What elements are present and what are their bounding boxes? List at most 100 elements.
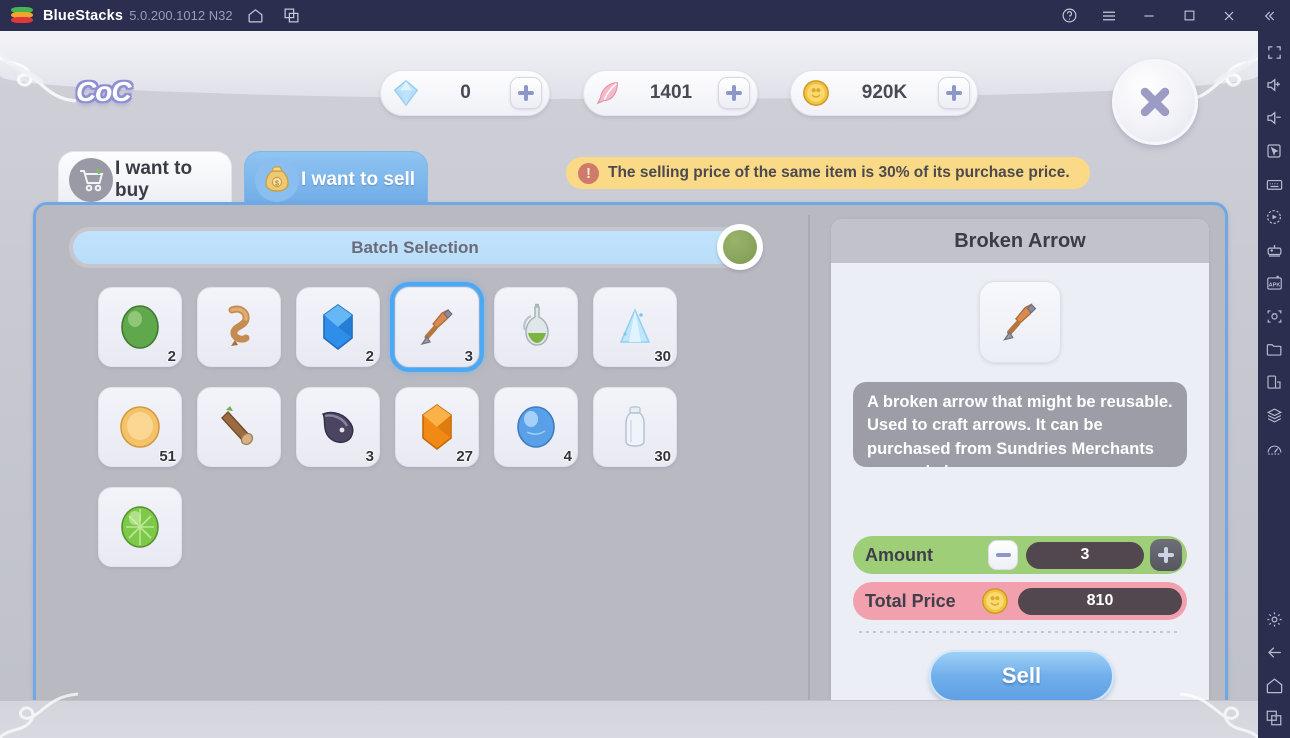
orange-gem-icon bbox=[422, 404, 452, 451]
volume-up-icon[interactable] bbox=[1261, 72, 1287, 98]
sell-button-label: Sell bbox=[1001, 663, 1042, 688]
inventory-slot-potion-flask[interactable] bbox=[494, 287, 578, 367]
tab-i-want-to-buy[interactable]: I want to buy bbox=[58, 151, 232, 207]
menu-icon[interactable] bbox=[1096, 3, 1122, 29]
screenshot-icon[interactable] bbox=[1261, 303, 1287, 329]
keyboard-controls-icon[interactable] bbox=[1261, 171, 1287, 197]
multi-instance-icon[interactable] bbox=[279, 3, 305, 29]
total-price-value: 810 bbox=[1018, 587, 1182, 615]
bluestacks-logo-icon bbox=[11, 6, 33, 25]
shop-panel: Batch Selection 2 2 3 30 51 3 27 4 30 Br… bbox=[33, 202, 1228, 724]
collapse-sidebar-icon[interactable] bbox=[1256, 3, 1282, 29]
total-price-label: Total Price bbox=[865, 590, 956, 611]
detail-item-icon-box bbox=[979, 281, 1061, 363]
settings-gear-icon[interactable] bbox=[1261, 606, 1287, 632]
help-icon[interactable] bbox=[1056, 3, 1082, 29]
batch-selection-label: Batch Selection bbox=[351, 237, 479, 257]
recent-apps-icon[interactable] bbox=[1261, 705, 1287, 731]
detail-separator bbox=[859, 631, 1181, 633]
slot-count: 51 bbox=[159, 448, 176, 465]
inventory-slot-ice-crystal[interactable]: 30 bbox=[593, 287, 677, 367]
notice-text: The selling price of the same item is 30… bbox=[608, 164, 1070, 181]
decrease-amount-button[interactable] bbox=[988, 540, 1018, 570]
slot-count: 2 bbox=[167, 348, 176, 365]
inventory-slot-orange-egg[interactable]: 51 bbox=[98, 387, 182, 467]
add-gold-button[interactable] bbox=[938, 77, 970, 109]
batch-selection-toggle[interactable] bbox=[717, 224, 763, 270]
multi-instance-icon[interactable] bbox=[1261, 369, 1287, 395]
install-apk-icon[interactable]: APK bbox=[1261, 270, 1287, 296]
inventory-slot-empty-bottle[interactable]: 30 bbox=[593, 387, 677, 467]
gold-coin-icon bbox=[982, 588, 1008, 614]
eco-mode-icon[interactable] bbox=[1261, 402, 1287, 428]
resource-gems[interactable]: 0 bbox=[380, 70, 550, 116]
amount-label: Amount bbox=[865, 544, 933, 565]
broken-arrow-icon bbox=[1002, 303, 1037, 341]
gems-value: 0 bbox=[460, 82, 471, 103]
performance-meter-icon[interactable] bbox=[1261, 435, 1287, 461]
inventory-slot-blue-orb[interactable]: 4 bbox=[494, 387, 578, 467]
fullscreen-icon[interactable] bbox=[1261, 39, 1287, 65]
increase-amount-button[interactable] bbox=[1150, 539, 1182, 571]
inventory-slot-orange-gem[interactable]: 27 bbox=[395, 387, 479, 467]
home-icon[interactable] bbox=[1261, 672, 1287, 698]
amount-value[interactable]: 3 bbox=[1026, 541, 1144, 569]
back-arrow-icon[interactable] bbox=[1261, 639, 1287, 665]
maximize-icon[interactable] bbox=[1176, 3, 1202, 29]
slot-count: 27 bbox=[456, 448, 473, 465]
inventory-slot-worm[interactable] bbox=[197, 287, 281, 367]
tab-sell-label: I want to sell bbox=[301, 168, 416, 190]
lime-orb-icon bbox=[121, 506, 159, 548]
amount-row: Amount 3 bbox=[853, 536, 1187, 574]
potion-flask-icon bbox=[523, 303, 549, 346]
game-logo: CoC bbox=[76, 76, 132, 107]
add-gems-button[interactable] bbox=[510, 77, 542, 109]
inventory-slot-green-orb[interactable]: 2 bbox=[98, 287, 182, 367]
bluestacks-sidebar: APK bbox=[1258, 31, 1290, 738]
shopping-cart-icon bbox=[69, 157, 113, 202]
macro-recorder-icon[interactable] bbox=[1261, 204, 1287, 230]
feather-value: 1401 bbox=[649, 82, 693, 103]
close-shop-button[interactable] bbox=[1112, 59, 1198, 145]
empty-bottle-icon bbox=[625, 406, 645, 447]
diamond-icon bbox=[393, 79, 419, 107]
selling-price-notice: ! The selling price of the same item is … bbox=[566, 157, 1090, 189]
window-controls bbox=[1042, 3, 1290, 29]
tab-i-want-to-sell[interactable]: $ I want to sell bbox=[244, 151, 428, 207]
batch-selection-bar[interactable]: Batch Selection bbox=[69, 224, 763, 270]
broken-arrow-icon bbox=[420, 308, 453, 345]
wood-log-icon bbox=[221, 406, 254, 446]
inventory-slot-blue-gem[interactable]: 2 bbox=[296, 287, 380, 367]
feather-icon bbox=[596, 82, 619, 105]
exclamation-icon: ! bbox=[578, 162, 599, 184]
slot-count: 30 bbox=[654, 348, 671, 365]
inventory-slot-lime-orb[interactable] bbox=[98, 487, 182, 567]
orange-egg-icon bbox=[120, 406, 160, 448]
slot-count: 3 bbox=[464, 348, 473, 365]
game-footer-band bbox=[0, 700, 1258, 738]
inventory-slot-broken-arrow[interactable]: 3 bbox=[390, 282, 484, 372]
item-title: Broken Arrow bbox=[954, 229, 1086, 252]
svg-text:APK: APK bbox=[1268, 282, 1280, 288]
decorative-scroll-bottom-right bbox=[1179, 692, 1258, 738]
sell-button[interactable]: Sell bbox=[929, 650, 1114, 702]
home-icon[interactable] bbox=[243, 3, 269, 29]
inventory-slot-wood-log[interactable] bbox=[197, 387, 281, 467]
close-icon bbox=[1140, 87, 1170, 117]
volume-down-icon[interactable] bbox=[1261, 105, 1287, 131]
inventory-grid: 2 2 3 30 51 3 27 4 30 bbox=[98, 282, 788, 667]
slot-count: 2 bbox=[365, 348, 374, 365]
resource-gold[interactable]: 920K bbox=[790, 70, 978, 116]
gamepad-icon[interactable] bbox=[1261, 237, 1287, 263]
media-folder-icon[interactable] bbox=[1261, 336, 1287, 362]
add-feather-button[interactable] bbox=[718, 77, 750, 109]
svg-text:$: $ bbox=[275, 180, 279, 187]
minimize-icon[interactable] bbox=[1136, 3, 1162, 29]
green-orb-icon bbox=[121, 305, 159, 349]
close-icon[interactable] bbox=[1216, 3, 1242, 29]
item-detail-panel: Broken Arrow A broken arrow that might b… bbox=[831, 219, 1209, 712]
inventory-slot-dark-fish[interactable]: 3 bbox=[296, 387, 380, 467]
resource-feather[interactable]: 1401 bbox=[583, 70, 758, 116]
app-version: 5.0.200.1012 N32 bbox=[129, 8, 233, 23]
cursor-pointer-icon[interactable] bbox=[1261, 138, 1287, 164]
